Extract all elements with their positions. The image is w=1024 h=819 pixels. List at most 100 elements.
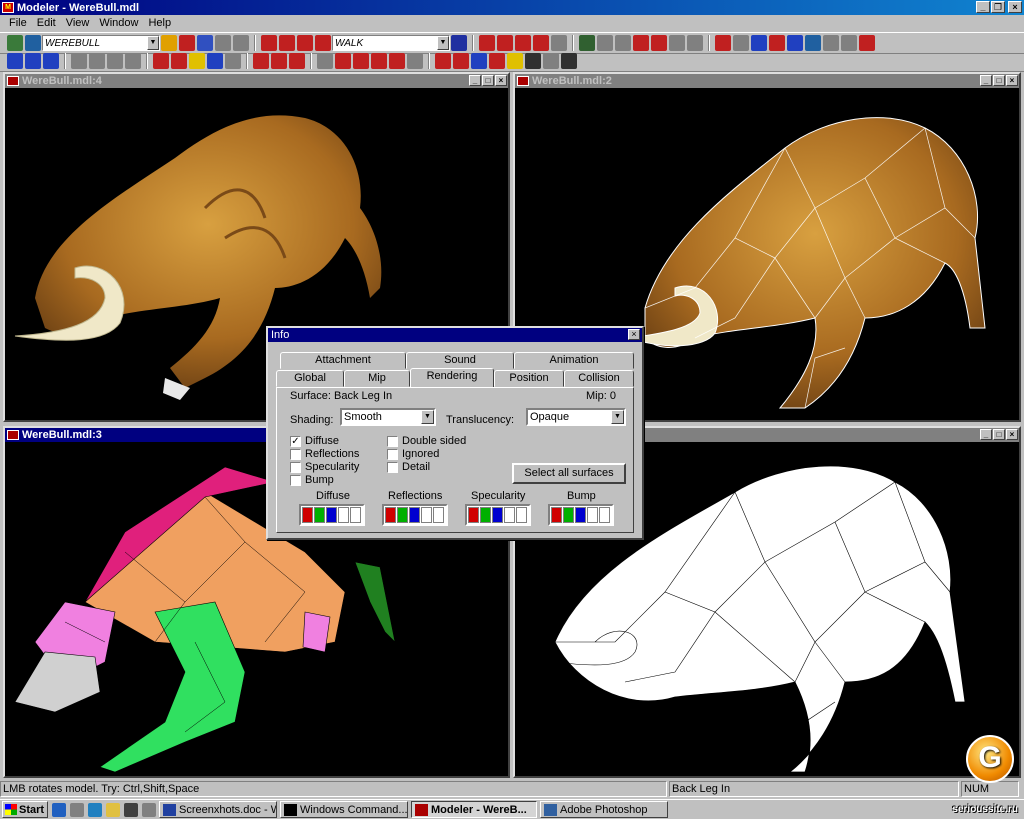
solid-icon[interactable] (453, 52, 469, 69)
palette-icon[interactable] (207, 52, 223, 69)
package-icon[interactable] (787, 35, 803, 51)
tab-collision[interactable]: Collision (564, 370, 634, 387)
menu-view[interactable]: View (61, 17, 95, 29)
bump-checkbox[interactable]: Bump (290, 474, 334, 486)
diffuse-color-swatches[interactable] (299, 504, 365, 526)
rotate-icon[interactable] (89, 52, 105, 69)
store-icon[interactable] (769, 35, 785, 51)
shadow-icon[interactable] (389, 52, 405, 69)
texture-view-icon[interactable] (471, 52, 487, 69)
detail-checkbox[interactable]: Detail (387, 461, 430, 473)
color-icon[interactable] (189, 52, 205, 69)
close-button[interactable]: × (1006, 429, 1018, 440)
pen-icon[interactable] (715, 35, 731, 51)
light-icon[interactable] (597, 35, 613, 51)
uv-down-icon[interactable] (43, 52, 59, 69)
ignored-checkbox[interactable]: Ignored (387, 448, 439, 460)
specularity-color-swatches[interactable] (465, 504, 531, 526)
taskbar-item-cmd[interactable]: Windows Command... (280, 801, 408, 818)
next-frame-icon[interactable] (515, 35, 531, 51)
outlook-icon[interactable] (88, 802, 102, 817)
skin-icon[interactable] (353, 52, 369, 69)
close-button[interactable]: × (495, 75, 507, 86)
minimize-button[interactable]: _ (976, 1, 990, 13)
uv-up-icon[interactable] (25, 52, 41, 69)
reflections-checkbox[interactable]: Reflections (290, 448, 359, 460)
minimize-button[interactable]: _ (469, 75, 481, 86)
dot-icon[interactable] (543, 52, 559, 69)
play-icon[interactable] (279, 35, 295, 51)
bump-color-swatches[interactable] (548, 504, 614, 526)
menu-edit[interactable]: Edit (32, 17, 61, 29)
mesh-icon[interactable] (407, 52, 423, 69)
bone2-icon[interactable] (371, 52, 387, 69)
bull-icon[interactable] (253, 52, 269, 69)
axis-icon[interactable] (197, 35, 213, 51)
minimize-button[interactable]: _ (980, 429, 992, 440)
tab-animation[interactable]: Animation (514, 352, 634, 369)
exit-tool-icon[interactable] (859, 35, 875, 51)
close-button[interactable]: × (628, 329, 640, 340)
flat-icon[interactable] (507, 52, 523, 69)
texture-icon[interactable] (633, 35, 649, 51)
center-icon[interactable] (161, 35, 177, 51)
marker-icon[interactable] (733, 35, 749, 51)
font-icon[interactable] (171, 52, 187, 69)
menu-file[interactable]: File (4, 17, 32, 29)
redo-icon[interactable] (687, 35, 703, 51)
menu-help[interactable]: Help (143, 17, 176, 29)
attach-icon[interactable] (289, 52, 305, 69)
open-icon[interactable] (7, 35, 23, 51)
disk-icon[interactable] (805, 35, 821, 51)
taskbar-item-modeler[interactable]: Modeler - WereB... (411, 801, 537, 818)
ie-icon[interactable] (52, 802, 66, 817)
grid-icon[interactable] (823, 35, 839, 51)
desktop-icon[interactable] (70, 802, 84, 817)
maximize-button[interactable]: ❐ (991, 1, 1005, 13)
move-icon[interactable] (71, 52, 87, 69)
surface-icon[interactable] (153, 52, 169, 69)
anim-info-icon[interactable] (451, 35, 467, 51)
scale-icon[interactable] (107, 52, 123, 69)
anim-icon[interactable] (335, 52, 351, 69)
tool-icon[interactable] (215, 35, 231, 51)
double-sided-checkbox[interactable]: Double sided (387, 435, 466, 447)
taskbar-item-photoshop[interactable]: Adobe Photoshop (540, 801, 668, 818)
folder-icon[interactable] (106, 802, 120, 817)
specularity-checkbox[interactable]: Specularity (290, 461, 359, 473)
camera-icon[interactable] (615, 35, 631, 51)
shading-select[interactable]: Smooth ▼ (340, 408, 436, 426)
tab-mip[interactable]: Mip (344, 370, 410, 387)
tab-global[interactable]: Global (276, 370, 344, 387)
close-button[interactable]: × (1006, 75, 1018, 86)
tab-rendering[interactable]: Rendering (410, 368, 494, 387)
sun-icon[interactable] (561, 52, 577, 69)
load-icon[interactable] (751, 35, 767, 51)
maximize-button[interactable]: □ (993, 429, 1005, 440)
step-icon[interactable] (297, 35, 313, 51)
start-button[interactable]: Start (2, 801, 48, 818)
save-icon[interactable] (25, 35, 41, 51)
tab-position[interactable]: Position (494, 370, 564, 387)
diffuse-checkbox[interactable]: ✓ Diffuse (290, 435, 339, 447)
first-frame-icon[interactable] (479, 35, 495, 51)
tool2-icon[interactable] (233, 35, 249, 51)
light-view-icon[interactable] (489, 52, 505, 69)
options-icon[interactable] (841, 35, 857, 51)
maximize-button[interactable]: □ (993, 75, 1005, 86)
menu-window[interactable]: Window (94, 17, 143, 29)
minimize-button[interactable]: _ (980, 75, 992, 86)
select-all-surfaces-button[interactable]: Select all surfaces (512, 463, 626, 484)
black-icon[interactable] (525, 52, 541, 69)
prev-frame-icon[interactable] (497, 35, 513, 51)
maximize-button[interactable]: □ (482, 75, 494, 86)
explorer-icon[interactable] (124, 802, 138, 817)
flip-icon[interactable] (125, 52, 141, 69)
animation-combo[interactable]: WALK ▼ (332, 35, 450, 51)
frame-icon[interactable] (179, 35, 195, 51)
brush-icon[interactable] (225, 52, 241, 69)
close-button[interactable]: × (1008, 1, 1022, 13)
translucency-select[interactable]: Opaque ▼ (526, 408, 626, 426)
mapping-icon[interactable] (651, 35, 667, 51)
last-frame-icon[interactable] (533, 35, 549, 51)
